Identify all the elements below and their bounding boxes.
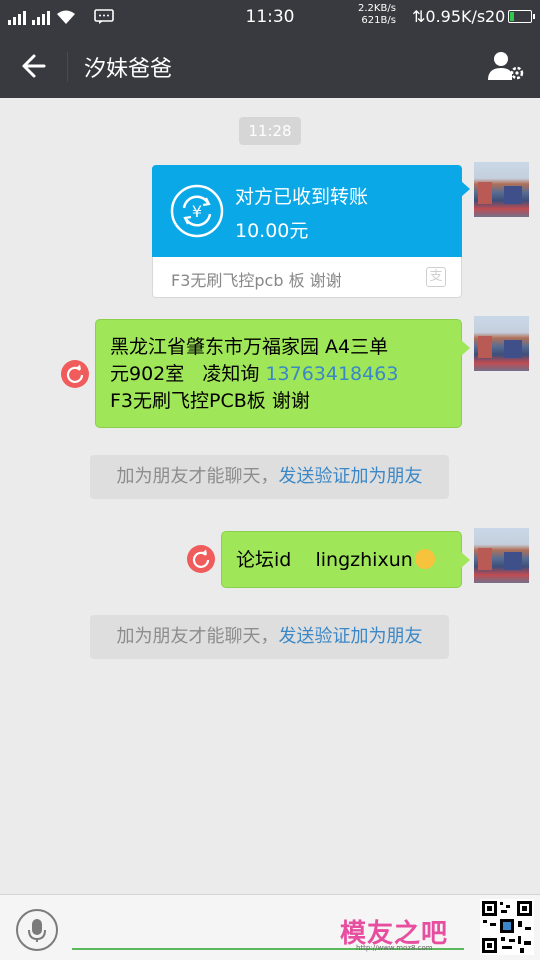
avatar[interactable] xyxy=(474,528,529,583)
net-speed-icon-label: ⇅0.95K/s xyxy=(412,7,486,26)
bubble-tail xyxy=(461,340,470,356)
contact-profile-icon[interactable] xyxy=(486,48,526,84)
transfer-received-icon: ¥ xyxy=(170,184,224,238)
message-bubble-forum-id[interactable]: 论坛id lingzhixun xyxy=(221,531,470,588)
message-text: 论坛id lingzhixun xyxy=(236,549,413,571)
bubble-tail xyxy=(461,552,470,568)
voice-input-button[interactable] xyxy=(16,909,58,951)
message-line: 黑龙江省肇东市万福家园 A4三单 xyxy=(110,336,389,358)
bubble-tail xyxy=(461,181,470,197)
watermark-logo: 模友之吧 http://www.moz8.com xyxy=(338,907,466,953)
send-verification-link[interactable]: 发送验证加为朋友 xyxy=(279,466,423,487)
watermark-url: http://www.moz8.com xyxy=(356,944,433,952)
network-rates: 2.2KB/s 621B/s xyxy=(358,3,396,27)
transfer-card-header: ¥ 对方已收到转账 10.00元 xyxy=(152,165,462,257)
header-divider xyxy=(67,52,68,82)
system-notice-text: 加为朋友才能聊天， xyxy=(116,626,279,647)
system-notice: 加为朋友才能聊天，发送验证加为朋友 xyxy=(90,615,449,659)
avatar[interactable] xyxy=(474,316,529,371)
transfer-amount: 10.00元 xyxy=(235,220,309,242)
smile-emoji-icon xyxy=(414,548,435,569)
transfer-card[interactable]: ¥ 对方已收到转账 10.00元 F3无刷飞控pcb 板 谢谢 支 xyxy=(152,165,470,298)
message-line: 元902室 凌知询 13763418463 xyxy=(110,361,461,388)
message-text: 元902室 凌知询 xyxy=(110,363,266,385)
transfer-note: F3无刷飞控pcb 板 谢谢 xyxy=(171,271,342,290)
qr-code-icon xyxy=(480,899,534,955)
chat-timestamp: 11:28 xyxy=(239,117,301,145)
transfer-badge-icon: 支 xyxy=(426,267,446,287)
message-line: F3无刷飞控PCB板 谢谢 xyxy=(110,390,310,412)
net-down: 621B/s xyxy=(361,15,396,26)
net-up: 2.2KB/s xyxy=(358,3,396,14)
system-notice-text: 加为朋友才能聊天， xyxy=(116,466,279,487)
input-bar: 模友之吧 http://www.moz8.com xyxy=(0,894,540,960)
resend-icon[interactable] xyxy=(187,545,215,573)
resend-icon[interactable] xyxy=(61,360,89,388)
status-bar: 11:30 2.2KB/s 621B/s ⇅0.95K/s 20 xyxy=(0,0,540,34)
battery-percent: 20 xyxy=(485,7,506,26)
svg-text:¥: ¥ xyxy=(192,202,202,221)
net-speed: 0.95K/s xyxy=(425,7,486,26)
battery-icon xyxy=(508,10,535,23)
system-notice: 加为朋友才能聊天，发送验证加为朋友 xyxy=(90,455,449,499)
back-arrow-icon[interactable] xyxy=(14,50,50,82)
transfer-card-footer: F3无刷飞控pcb 板 谢谢 支 xyxy=(152,257,462,298)
avatar[interactable] xyxy=(474,162,529,217)
phone-link[interactable]: 13763418463 xyxy=(265,363,398,385)
send-verification-link[interactable]: 发送验证加为朋友 xyxy=(279,626,423,647)
chat-header: 汐妹爸爸 xyxy=(0,34,540,98)
mic-icon xyxy=(28,919,46,942)
transfer-title: 对方已收到转账 xyxy=(235,186,369,208)
message-bubble-address[interactable]: 黑龙江省肇东市万福家园 A4三单 元902室 凌知询 13763418463 F… xyxy=(95,319,470,428)
page-title: 汐妹爸爸 xyxy=(84,57,173,82)
